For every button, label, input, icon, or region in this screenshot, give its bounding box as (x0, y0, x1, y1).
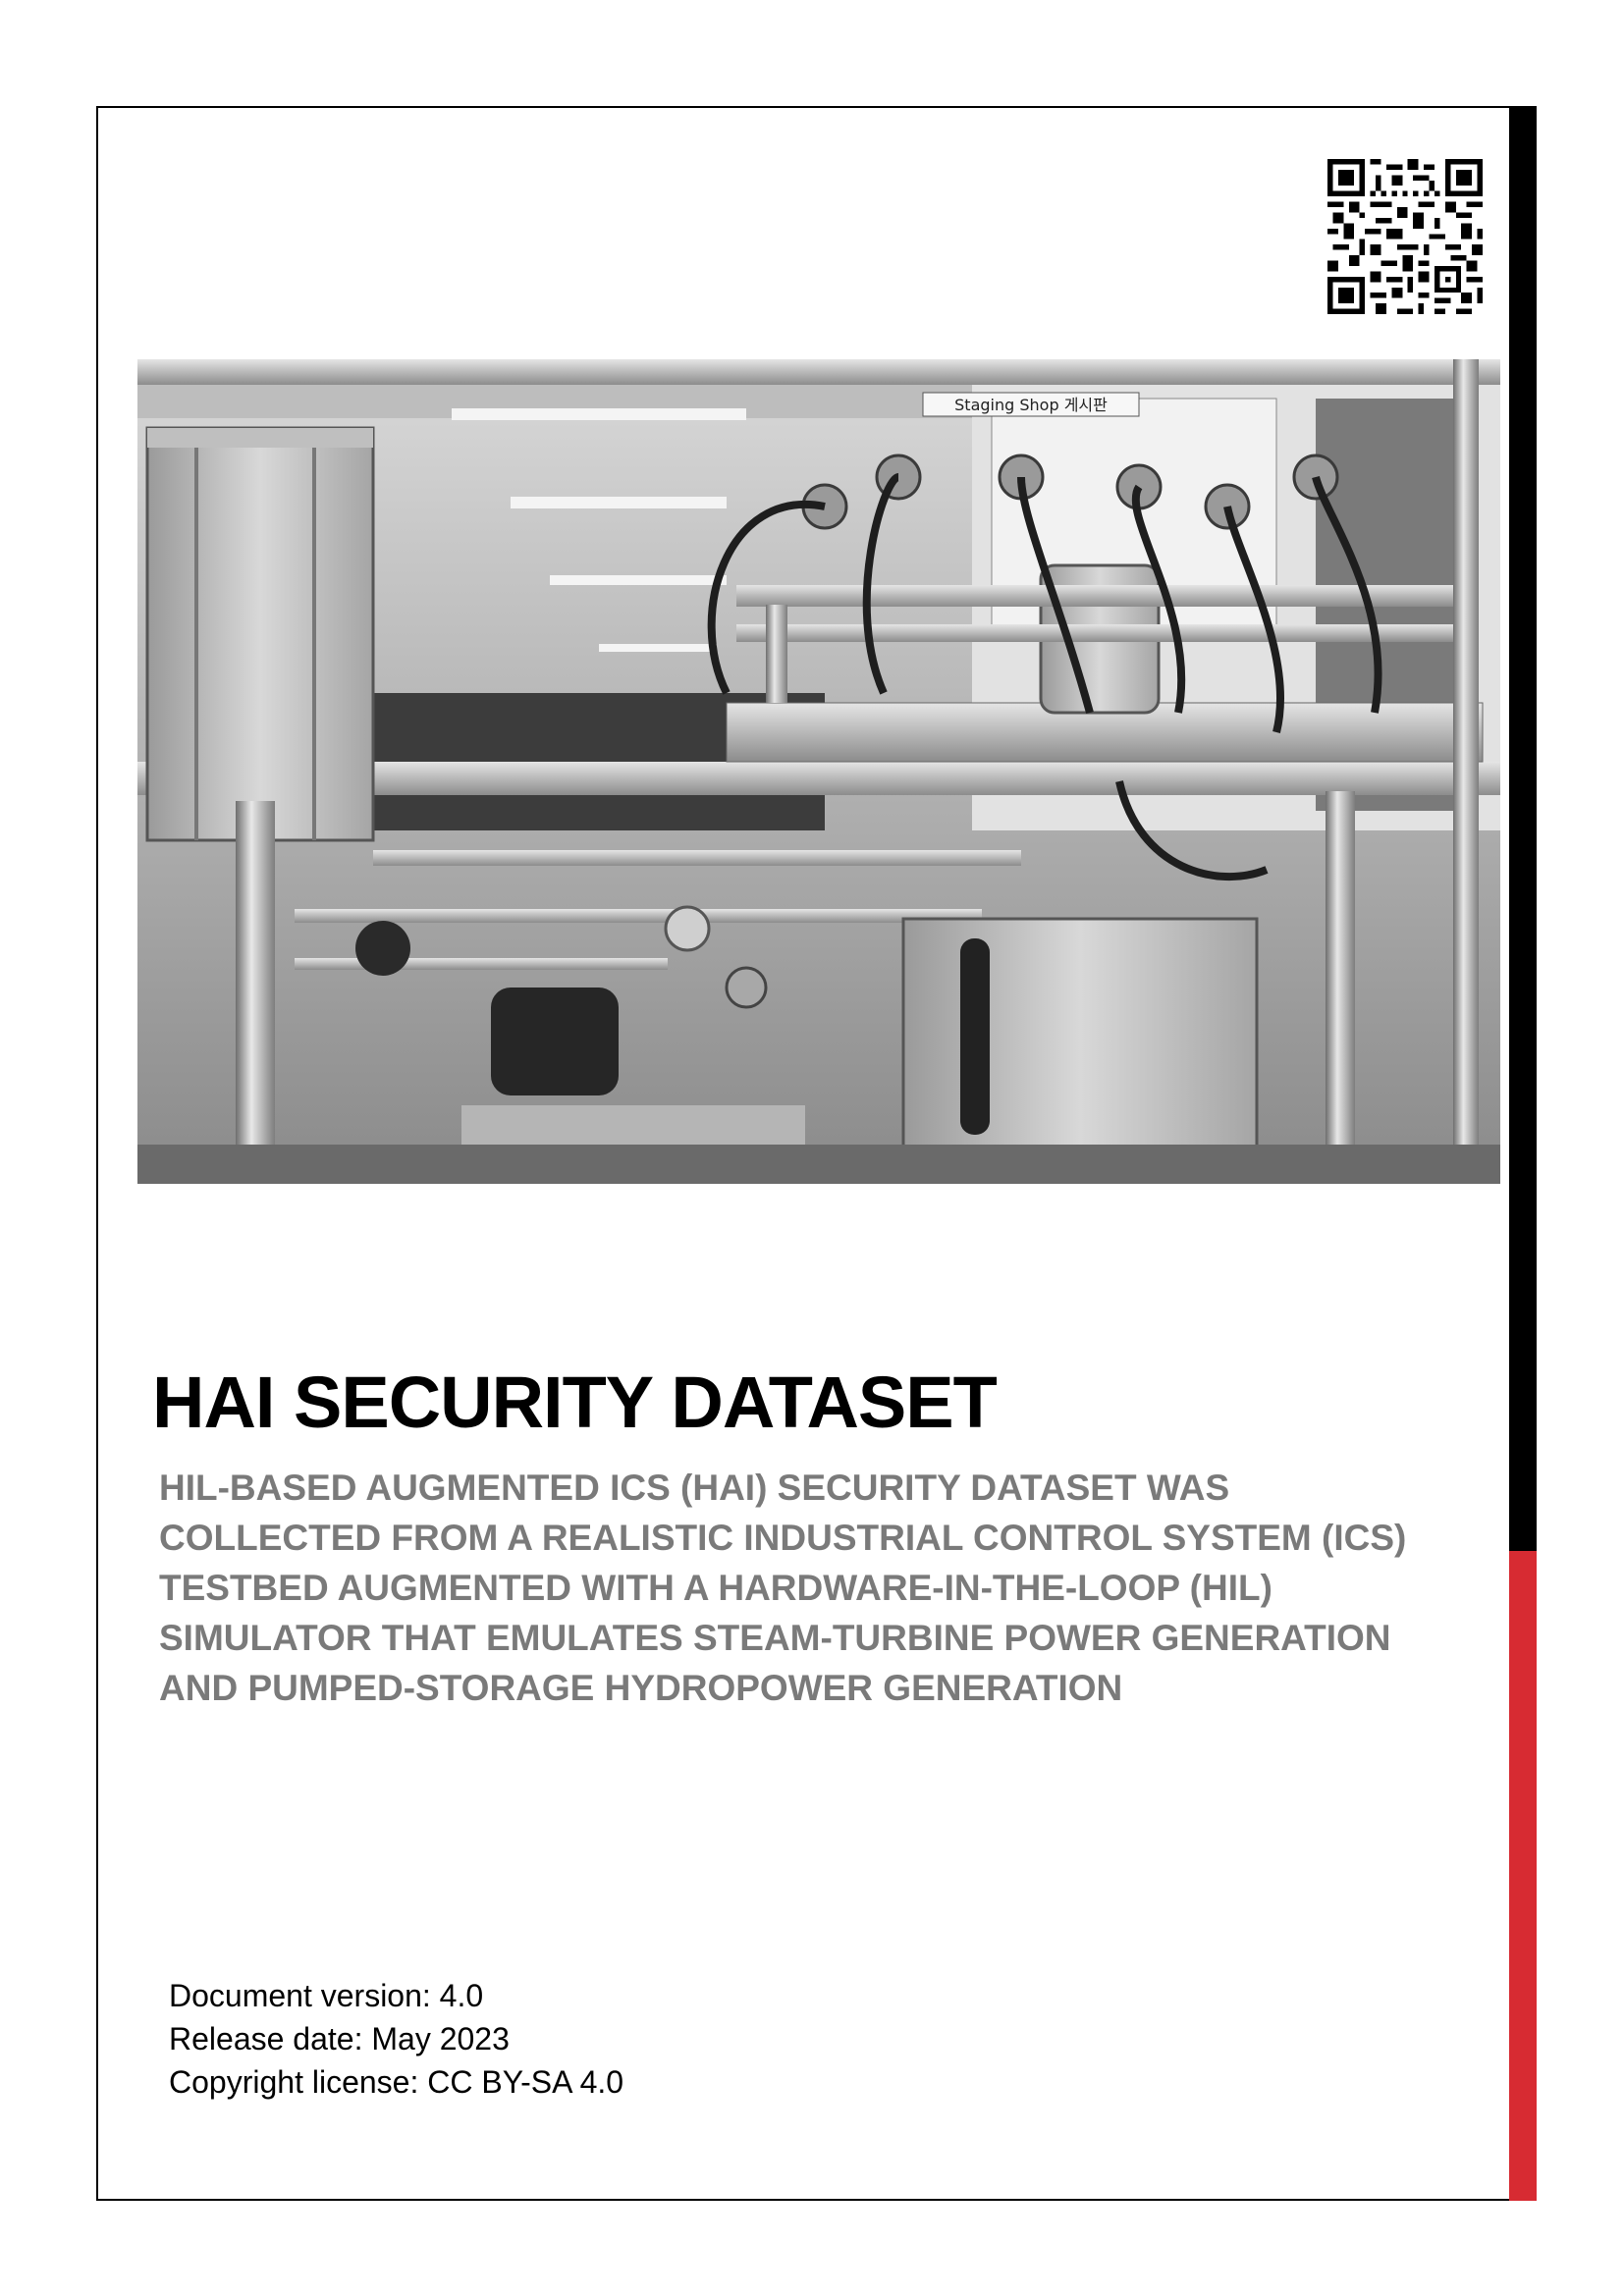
document-meta: Document version: 4.0 Release date: May … (169, 1974, 623, 2104)
document-version: Document version: 4.0 (169, 1978, 484, 2013)
document-title: HAI SECURITY DATASET (152, 1362, 998, 1443)
subtitle-line: SIMULATOR THAT EMULATES STEAM-TURBINE PO… (159, 1618, 1391, 1658)
release-date: Release date: May 2023 (169, 2021, 510, 2056)
subtitle-line: COLLECTED FROM A REALISTIC INDUSTRIAL CO… (159, 1518, 1407, 1558)
testbed-photo: Staging Shop 게시판 (137, 359, 1500, 1184)
copyright-license: Copyright license: CC BY-SA 4.0 (169, 2064, 624, 2100)
subtitle-line: AND PUMPED-STORAGE HYDROPOWER GENERATION (159, 1668, 1123, 1708)
subtitle-line: HIL-BASED AUGMENTED ICS (HAI) SECURITY D… (159, 1468, 1230, 1508)
qr-code-icon (1327, 159, 1483, 314)
document-subtitle: HIL-BASED AUGMENTED ICS (HAI) SECURITY D… (159, 1463, 1494, 1713)
photo-sign-text: Staging Shop 게시판 (954, 396, 1108, 414)
side-bar-black (1509, 106, 1537, 1551)
side-bar-red (1509, 1551, 1537, 2201)
subtitle-line: TESTBED AUGMENTED WITH A HARDWARE-IN-THE… (159, 1568, 1272, 1608)
